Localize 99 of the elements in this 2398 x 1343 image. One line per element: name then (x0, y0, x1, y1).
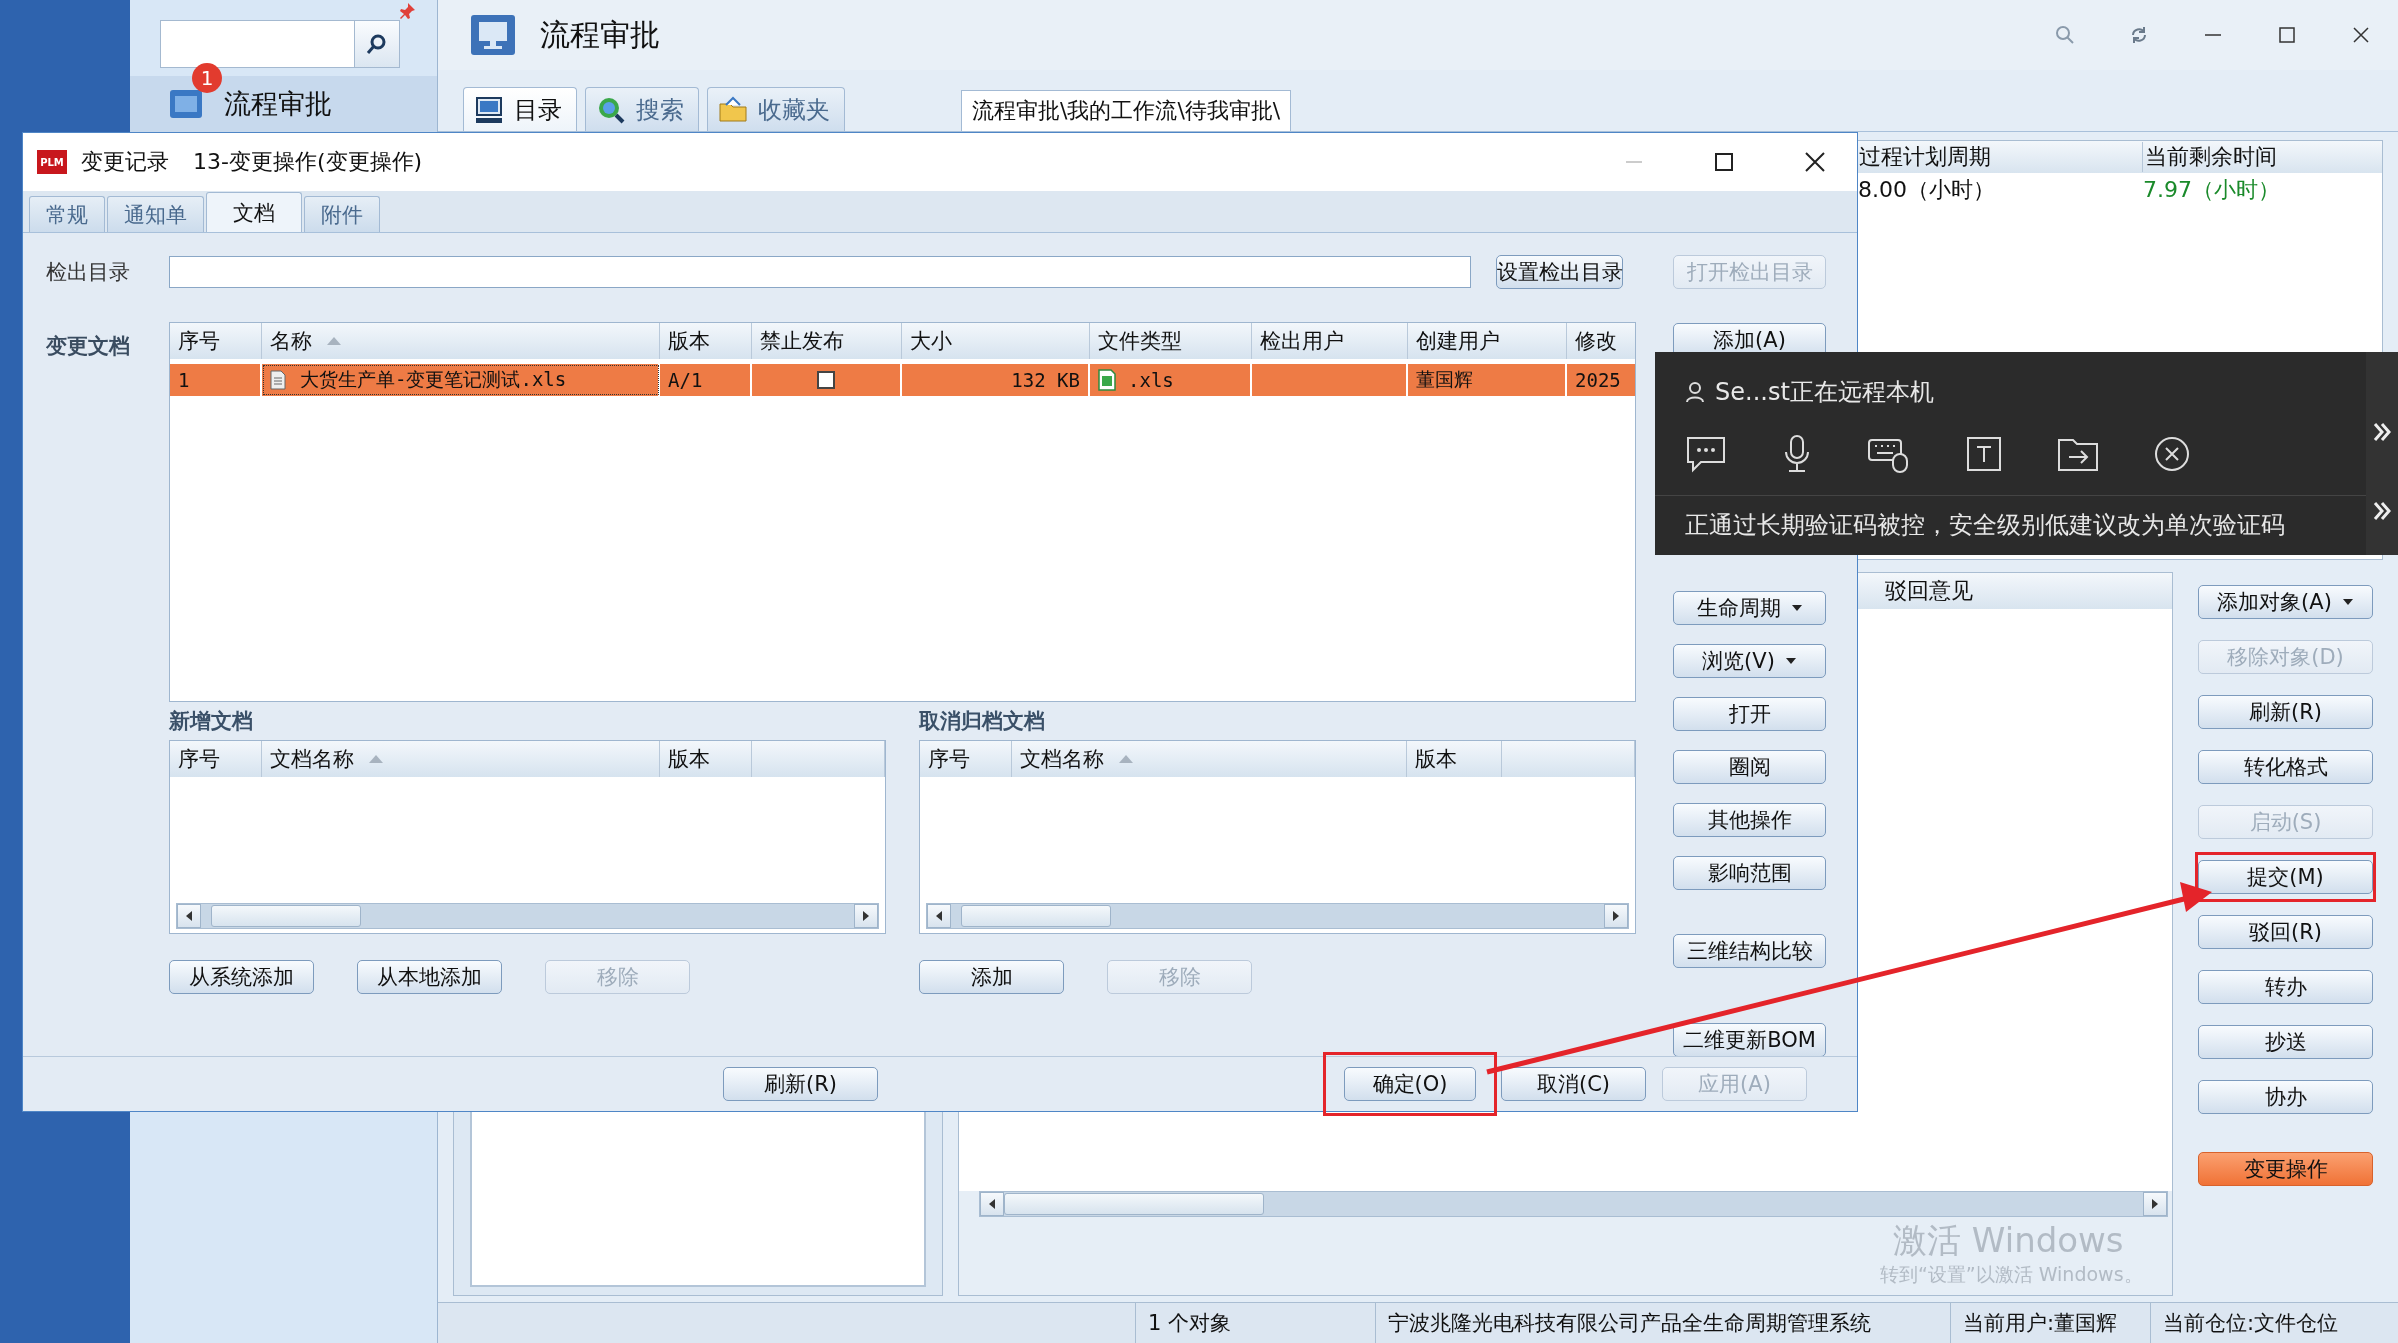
tool-button[interactable]: 浏览(V) (1673, 644, 1826, 678)
table-row[interactable]: 1 大货生产单-变更笔记测试.xls A/1 132 KB .xls 董国辉 2025 (170, 364, 1635, 396)
section-title: 新增文档 (169, 708, 254, 735)
action-button[interactable]: 变更操作 (2198, 1152, 2373, 1186)
action-button[interactable]: 添加对象(A) (2198, 585, 2373, 619)
dialog-button[interactable]: 从本地添加 (357, 960, 502, 994)
caret-icon (1784, 657, 1797, 665)
monitor-icon (470, 14, 516, 56)
tab[interactable]: 收藏夹 (707, 87, 845, 131)
action-button[interactable]: 转化格式 (2198, 750, 2373, 784)
sort-arrow-icon (326, 336, 342, 346)
sort-arrow-icon (368, 754, 384, 764)
document-icon (270, 370, 286, 390)
size-text: 132 KB (1011, 369, 1080, 391)
column-header[interactable]: 大小 (902, 323, 1090, 359)
table-cell-text: 8.00（小时） (1857, 176, 1996, 204)
window-title: 变更记录 (81, 148, 169, 176)
maximize-icon[interactable] (1713, 151, 1735, 173)
horizontal-scrollbar[interactable] (176, 903, 879, 929)
dialog-button[interactable]: 从系统添加 (169, 960, 314, 994)
double-chevron-icon[interactable] (2372, 420, 2392, 443)
tool-button[interactable]: 生命周期 (1673, 591, 1826, 625)
tool-button[interactable]: 二维更新BOM (1673, 1023, 1826, 1056)
column-header[interactable]: 文档名称 (262, 741, 660, 777)
column-header[interactable]: 序号 (920, 741, 1012, 777)
person-icon (1685, 381, 1705, 404)
security-warning: 正通过长期验证码被控，安全级别低建议改为单次验证码 (1685, 510, 2285, 542)
column-header[interactable]: 序号 (170, 741, 262, 777)
column-header[interactable]: 当前剩余时间 (2142, 142, 2398, 172)
action-button[interactable]: 刷新(R) (2198, 695, 2373, 729)
dialog-button[interactable]: 刷新(R) (723, 1067, 878, 1101)
horizontal-scrollbar[interactable] (926, 903, 1629, 929)
status-text: 当前用户:董国辉 (1950, 1303, 2150, 1343)
action-button[interactable]: 驳回(R) (2198, 915, 2373, 949)
column-header[interactable]: 序号 (170, 323, 262, 359)
tool-button[interactable]: 三维结构比较 (1673, 934, 1826, 968)
action-button[interactable]: 转办 (2198, 970, 2373, 1004)
dialog-button[interactable]: 添加 (919, 960, 1064, 994)
window-subtitle: 13-变更操作(变更操作) (193, 148, 423, 176)
column-header[interactable]: 版本 (660, 323, 752, 359)
action-button[interactable]: 协办 (2198, 1080, 2373, 1114)
column-header[interactable]: 版本 (1407, 741, 1502, 777)
action-button[interactable]: 提交(M) (2198, 860, 2373, 894)
column-header[interactable]: 禁止发布 (752, 323, 902, 359)
nav-item-label: 流程审批 (224, 87, 332, 121)
tool-button[interactable]: 圈阅 (1673, 750, 1826, 784)
computer-icon (474, 94, 504, 125)
column-header[interactable]: 创建用户 (1408, 323, 1567, 359)
field-label: 检出目录 (46, 259, 131, 286)
microphone-icon[interactable] (1782, 433, 1812, 474)
caret-icon (1790, 604, 1803, 612)
remote-status: Se...st正在远程本机 (1715, 377, 1934, 409)
tab[interactable]: 常规 (29, 196, 105, 232)
column-header[interactable]: 文档名称 (1012, 741, 1407, 777)
double-chevron-icon[interactable] (2372, 500, 2392, 523)
close-icon[interactable] (1803, 150, 1827, 174)
spreadsheet-icon (1098, 369, 1116, 391)
column-header[interactable]: 检出用户 (1252, 323, 1408, 359)
section-title: 取消归档文档 (919, 708, 1046, 735)
version-text: A/1 (668, 369, 703, 391)
tab[interactable]: 目录 (463, 87, 577, 131)
search-field[interactable] (160, 20, 400, 68)
dialog-button[interactable]: 取消(C) (1501, 1067, 1646, 1101)
tab[interactable]: 附件 (304, 196, 380, 232)
close-icon[interactable] (2154, 435, 2190, 472)
column-header[interactable]: 修改 (1567, 323, 1635, 359)
dialog-button[interactable]: 设置检出目录 (1496, 255, 1623, 289)
status-text: 当前仓位:文件仓位 (2150, 1303, 2339, 1343)
app-logo: PLM (37, 150, 67, 174)
checkbox[interactable] (817, 371, 835, 389)
pin-icon[interactable] (398, 2, 416, 20)
status-text: 宁波兆隆光电科技有限公司产品全生命周期管理系统 (1375, 1303, 1950, 1343)
tab[interactable]: 文档 (206, 192, 302, 232)
table-cell-text: 7.97（小时） (2142, 176, 2281, 204)
file-type-text: .xls (1128, 369, 1174, 391)
tab[interactable]: 搜索 (585, 87, 699, 131)
column-header[interactable]: 文件类型 (1090, 323, 1252, 359)
input-field[interactable] (169, 256, 1471, 288)
tool-button[interactable]: 影响范围 (1673, 856, 1826, 890)
row-number: 1 (178, 369, 190, 391)
column-header[interactable]: 名称 (262, 323, 660, 359)
text-icon[interactable] (1966, 435, 2002, 472)
user-text: 董国辉 (1416, 367, 1473, 392)
breadcrumb-tab[interactable]: 流程审批\我的工作流\待我审批\ (961, 90, 1292, 131)
tool-button[interactable]: 打开 (1673, 697, 1826, 731)
horizontal-scrollbar[interactable] (979, 1191, 2168, 1217)
date-text: 2025 (1575, 369, 1621, 391)
caret-icon (2341, 598, 2354, 606)
column-header[interactable]: 版本 (660, 741, 752, 777)
tab[interactable]: 通知单 (107, 196, 204, 232)
search-icon[interactable] (366, 33, 388, 55)
action-button[interactable]: 抄送 (2198, 1025, 2373, 1059)
file-name: 大货生产单-变更笔记测试.xls (300, 367, 567, 392)
tool-button[interactable]: 其他操作 (1673, 803, 1826, 837)
dialog-button[interactable]: 确定(O) (1344, 1067, 1476, 1101)
status-text: 1 个对象 (1135, 1303, 1375, 1343)
window-title: 流程审批 (540, 15, 660, 54)
section-title: 变更文档 (46, 333, 131, 360)
sort-arrow-icon (1118, 754, 1134, 764)
